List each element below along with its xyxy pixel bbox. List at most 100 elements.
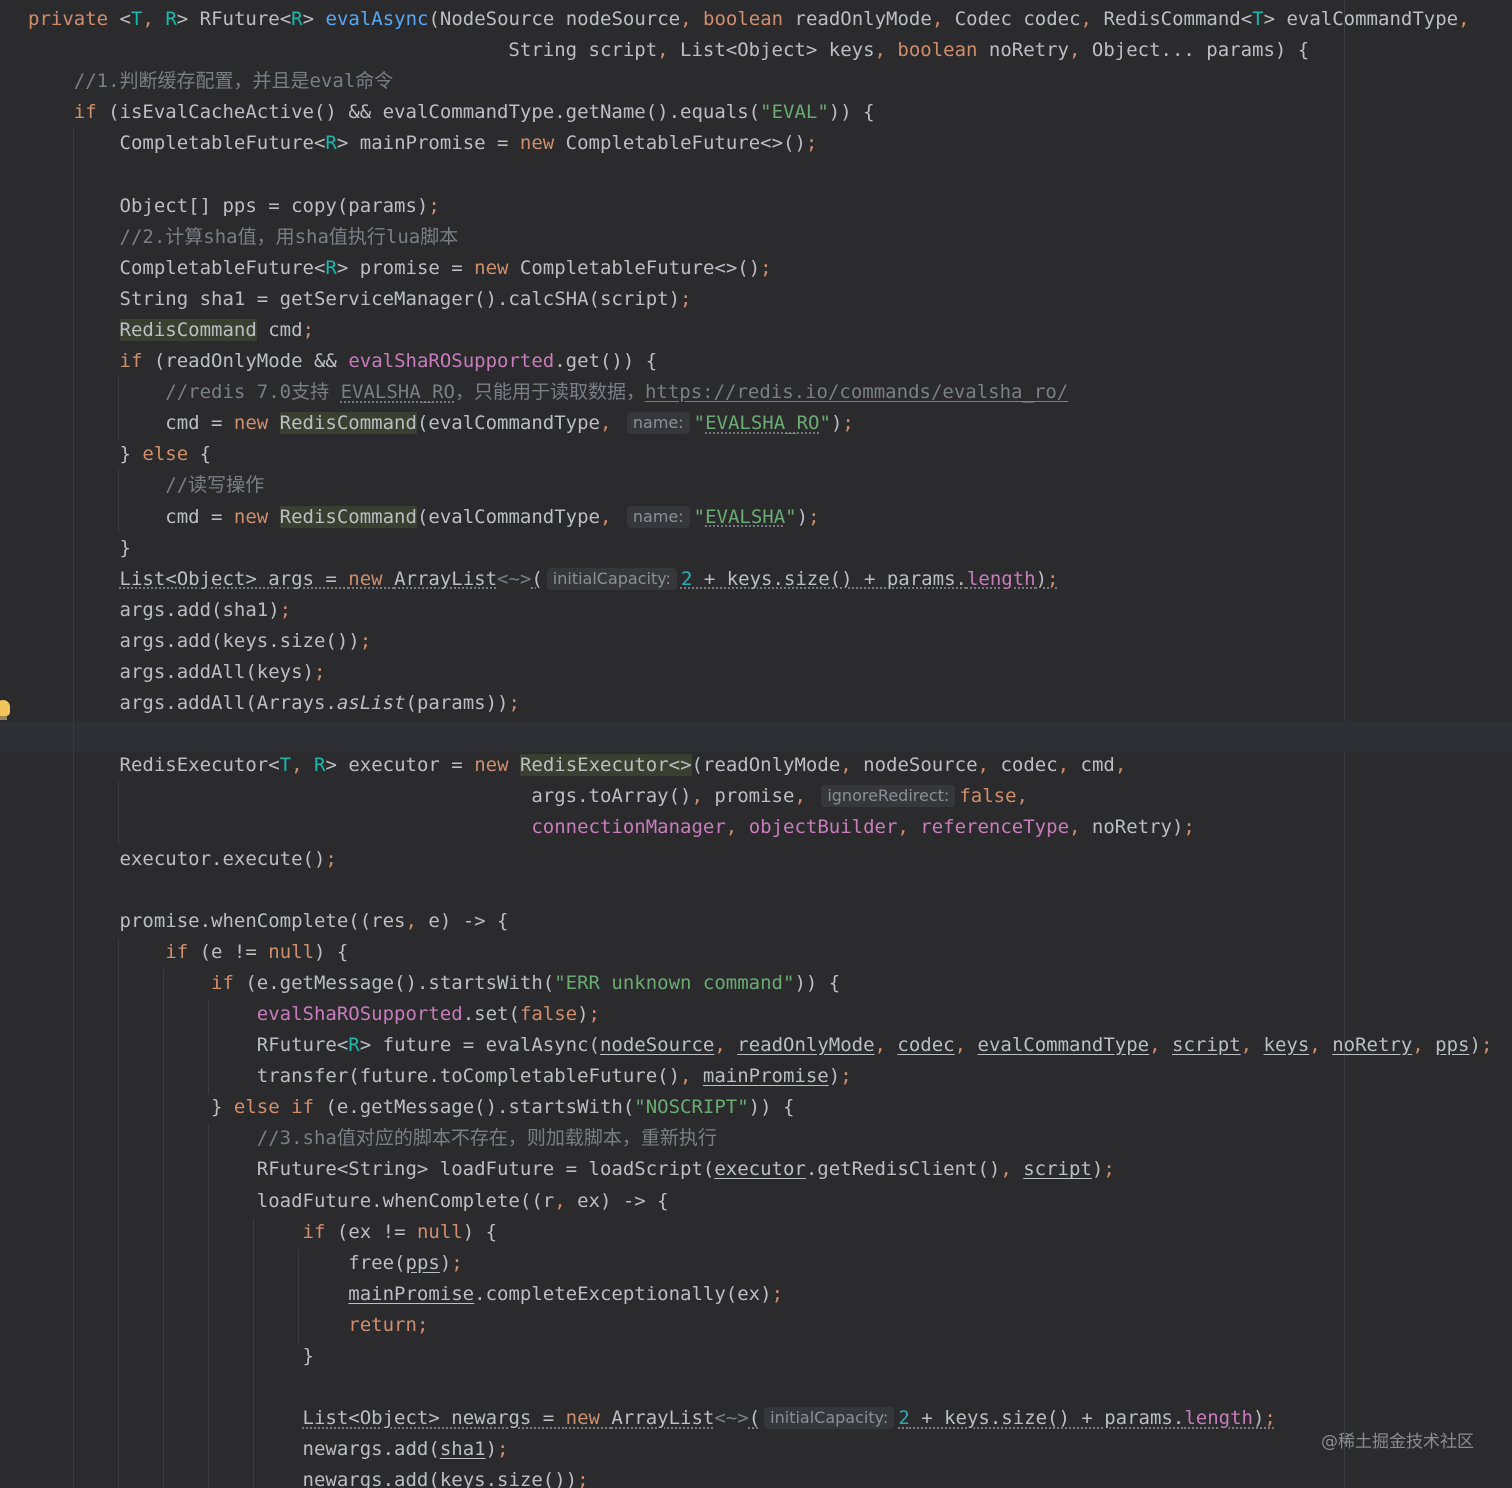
code-line[interactable]	[28, 1372, 1512, 1403]
code-token: cmd	[256, 318, 303, 341]
code-token: ) {	[314, 940, 349, 963]
code-line[interactable]: Object[] pps = copy(params);	[28, 191, 1512, 222]
code-token: //3.sha值对应的脚本不存在，则加载脚本，重新执行	[256, 1127, 717, 1150]
code-line[interactable]: String script, List<Object> keys, boolea…	[28, 35, 1512, 66]
code-line[interactable]: List<Object> newargs = new ArrayList<~>(…	[28, 1403, 1512, 1434]
code-token: > executor =	[325, 754, 475, 777]
code-line[interactable]: //读写操作	[28, 470, 1512, 501]
code-line[interactable]: String sha1 = getServiceManager().calcSH…	[28, 284, 1512, 315]
code-token: )) {	[794, 971, 841, 994]
code-line[interactable]: args.toArray(), promise, ignoreRedirect:…	[28, 781, 1512, 812]
code-token: codec	[897, 1034, 955, 1057]
code-token: asList	[336, 692, 406, 715]
code-line[interactable]	[28, 875, 1512, 906]
code-line[interactable]: cmd = new RedisCommand(evalCommandType, …	[28, 408, 1512, 439]
code-token: RFuture<	[28, 1034, 349, 1057]
code-line[interactable]: free(pps);	[28, 1248, 1512, 1279]
code-line[interactable]: //1.判断缓存配置，并且是eval命令	[28, 66, 1512, 97]
code-line[interactable]: } else if (e.getMessage().startsWith("NO…	[28, 1092, 1512, 1123]
code-token: )	[1469, 1034, 1481, 1057]
code-token: List<Object> args =	[119, 567, 349, 590]
code-line[interactable]: RFuture<R> future = evalAsync(nodeSource…	[28, 1030, 1512, 1061]
code-line[interactable]: RFuture<String> loadFuture = loadScript(…	[28, 1154, 1512, 1185]
code-token: String sha1 = getServiceManager().calcSH…	[28, 287, 681, 310]
code-line[interactable]: RedisExecutor<T, R> executor = new Redis…	[28, 750, 1512, 781]
code-token: > RFuture<	[176, 8, 292, 30]
code-token: length	[1184, 1407, 1253, 1430]
code-editor[interactable]: private <T, R> RFuture<R> evalAsync(Node…	[0, 0, 1512, 1488]
code-token: ;	[416, 1313, 429, 1336]
code-line[interactable]	[28, 719, 1512, 750]
code-line[interactable]: private <T, R> RFuture<R> evalAsync(Node…	[28, 4, 1512, 35]
code-token: ,	[977, 754, 1001, 777]
code-token: ;	[302, 318, 315, 341]
code-token: ;	[1264, 1407, 1276, 1430]
code-token: //1.判断缓存配置，并且是eval命令	[73, 70, 394, 93]
code-line[interactable]: cmd = new RedisCommand(evalCommandType, …	[28, 502, 1512, 533]
code-token: (	[531, 567, 543, 590]
code-line[interactable]	[28, 159, 1512, 190]
code-token: ,	[405, 909, 429, 932]
code-line[interactable]: transfer(future.toCompletableFuture(), m…	[28, 1061, 1512, 1092]
code-line[interactable]: loadFuture.whenComplete((r, ex) -> {	[28, 1186, 1512, 1217]
code-line[interactable]: if (ex != null) {	[28, 1217, 1512, 1248]
code-token: (	[748, 1407, 761, 1430]
code-token: RedisExecutor<>	[519, 754, 692, 777]
code-token: ,	[680, 8, 704, 30]
code-line[interactable]: //2.计算sha值，用sha值执行lua脚本	[28, 222, 1512, 253]
code-text-area[interactable]: private <T, R> RFuture<R> evalAsync(Node…	[28, 4, 1512, 1488]
code-token: )	[1252, 1407, 1265, 1430]
code-line[interactable]: } else {	[28, 439, 1512, 470]
code-line[interactable]: RedisCommand cmd;	[28, 315, 1512, 346]
code-line[interactable]: CompletableFuture<R> mainPromise = new C…	[28, 128, 1512, 159]
code-line[interactable]: //3.sha值对应的脚本不存在，则加载脚本，重新执行	[28, 1123, 1512, 1154]
code-token: noRetry)	[1091, 816, 1184, 839]
code-token: (e.getMessage().startsWith(	[313, 1096, 635, 1119]
code-line[interactable]: }	[28, 533, 1512, 564]
code-token: .get()) {	[554, 350, 658, 373]
code-token: ;	[359, 629, 372, 652]
code-line[interactable]: List<Object> args = new ArrayList<~>(ini…	[28, 564, 1512, 595]
code-token: new	[565, 1407, 612, 1430]
code-line[interactable]: args.add(sha1);	[28, 595, 1512, 626]
code-token: > future = evalAsync(	[359, 1034, 600, 1057]
code-line[interactable]: return;	[28, 1310, 1512, 1341]
code-token: ;	[840, 1065, 852, 1088]
code-line[interactable]: newargs.add(keys.size());	[28, 1465, 1512, 1488]
code-line[interactable]: args.addAll(keys);	[28, 657, 1512, 688]
code-line[interactable]: CompletableFuture<R> promise = new Compl…	[28, 253, 1512, 284]
code-line[interactable]: executor.execute();	[28, 844, 1512, 875]
code-token: ,	[599, 412, 623, 435]
code-line[interactable]: args.addAll(Arrays.asList(params));	[28, 688, 1512, 719]
code-line[interactable]: //redis 7.0支持 EVALSHA_RO，只能用于读取数据，https:…	[28, 377, 1512, 408]
code-line[interactable]: args.add(keys.size());	[28, 626, 1512, 657]
code-line[interactable]: promise.whenComplete((res, e) -> {	[28, 906, 1512, 937]
code-token: RedisCommand<	[1103, 8, 1253, 30]
code-token: ,	[1149, 1034, 1172, 1057]
code-line[interactable]: mainPromise.completeExceptionally(ex);	[28, 1279, 1512, 1310]
code-line[interactable]: if (e != null) {	[28, 937, 1512, 968]
code-token: )	[485, 1438, 498, 1461]
code-line[interactable]: }	[28, 1341, 1512, 1372]
code-line[interactable]: newargs.add(sha1);	[28, 1434, 1512, 1465]
code-token: RedisExecutor<	[28, 754, 280, 777]
code-token: CompletableFuture<	[28, 256, 326, 279]
code-token: ,	[874, 39, 898, 62]
code-token: cmd	[1080, 754, 1115, 777]
code-line[interactable]: if (readOnlyMode && evalShaROSupported.g…	[28, 346, 1512, 377]
code-line[interactable]: if (isEvalCacheActive() && evalCommandTy…	[28, 97, 1512, 128]
code-token: ;	[313, 660, 326, 683]
code-line[interactable]: connectionManager, objectBuilder, refere…	[28, 812, 1512, 843]
code-line[interactable]: if (e.getMessage().startsWith("ERR unkno…	[28, 968, 1512, 999]
code-token: (readOnlyMode &&	[142, 350, 349, 373]
lightbulb-base	[0, 716, 7, 720]
lightbulb-icon[interactable]	[0, 700, 10, 716]
code-token: )	[1091, 1158, 1104, 1181]
code-token: e) -> {	[428, 909, 509, 932]
code-line[interactable]: evalShaROSupported.set(false);	[28, 999, 1512, 1030]
code-token: ,	[291, 754, 315, 777]
